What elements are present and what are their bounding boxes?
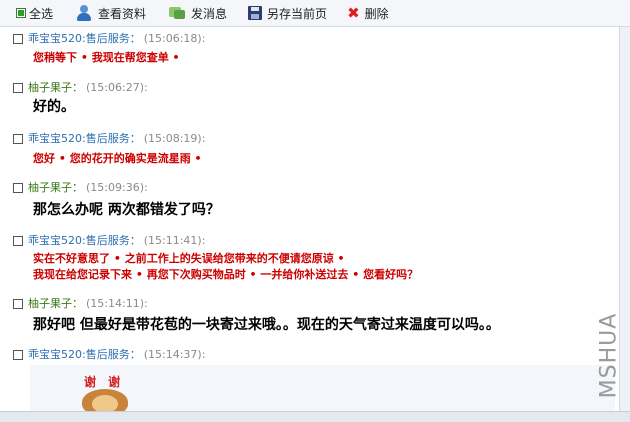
save-page-button[interactable]: 另存当前页 [246,2,329,24]
delete-x-icon: ✖ [347,4,360,22]
message-select-checkbox[interactable] [13,299,23,309]
message-select-checkbox[interactable] [13,350,23,360]
checkbox-icon [16,8,26,18]
view-profile-label: 查看资料 [98,6,147,21]
bottom-toolbar [0,411,630,422]
sender-name: 柚子果子： (15:14:11): [28,297,148,310]
message-select-checkbox[interactable] [13,83,23,93]
message-text: 那好吧 但最好是带花苞的一块寄过来哦。。现在的天气寄过来温度可以吗。。 [33,317,500,333]
message-time: (15:08:19): [143,132,206,145]
message-text: 好的。 [33,99,75,115]
message-select-checkbox[interactable] [13,34,23,44]
message-time: (15:11:41): [143,234,206,247]
message-time: (15:09:36): [86,181,148,194]
sticker-message: 谢 谢 [30,365,615,415]
select-all-checkbox[interactable]: 全选 [14,2,55,24]
sender-name: 乖宝宝520:售后服务： (15:08:19): [28,132,206,145]
message-item: 乖宝宝520:售后服务： (15:14:37): [0,347,594,363]
toolbar: 全选 查看资料 发消息 另存当前页 ✖ 删除 [0,0,630,27]
watermark-text: MSHUA [596,312,622,398]
delete-label: 删除 [364,6,389,21]
message-text: 您稍等下 • 我现在帮您查单 • [33,51,180,64]
message-icon [168,5,186,21]
view-profile-button[interactable]: 查看资料 [73,2,148,24]
message-text: 您好 • 您的花开的确实是流星雨 • [33,152,202,165]
sender-name: 乖宝宝520:售后服务： (15:14:37): [28,348,206,361]
message-item: 乖宝宝520:售后服务： (15:08:19): 您好 • 您的花开的确实是流星雨… [0,131,594,165]
message-select-checkbox[interactable] [13,183,23,193]
select-all-label: 全选 [29,6,54,21]
message-text: 我现在给您记录下来 • 再您下次购买物品时 • 一并给你补送过去 • 您看好吗？ [33,268,419,281]
send-message-button[interactable]: 发消息 [166,2,229,24]
message-item: 柚子果子： (15:06:27): 好的。 [0,80,594,115]
save-icon [248,6,263,20]
message-list: 乖宝宝520:售后服务： (15:06:18): 您稍等下 • 我现在帮您查单 •… [0,27,594,421]
message-item: 乖宝宝520:售后服务： (15:06:18): 您稍等下 • 我现在帮您查单 • [0,31,594,64]
sender-name: 柚子果子： (15:09:36): [28,181,148,194]
message-item: 柚子果子： (15:14:11): 那好吧 但最好是带花苞的一块寄过来哦。。现在的… [0,296,594,333]
save-page-label: 另存当前页 [267,6,328,21]
message-select-checkbox[interactable] [13,236,23,246]
thanks-sticker: 谢 谢 [78,367,148,415]
message-item: 柚子果子： (15:09:36): 那怎么办呢 两次都错发了吗？ [0,180,594,218]
delete-button[interactable]: ✖ 删除 [345,2,391,24]
message-item: 乖宝宝520:售后服务： (15:11:41): 实在不好意思了 • 之前工作上的… [0,233,594,281]
sticker-text: 谢 谢 [84,375,125,389]
sender-name: 乖宝宝520:售后服务： (15:11:41): [28,234,206,247]
message-text: 那怎么办呢 两次都错发了吗？ [33,202,220,218]
sender-name: 柚子果子： (15:06:27): [28,81,148,94]
message-time: (15:14:37): [143,348,206,361]
message-time: (15:06:27): [86,81,148,94]
message-time: (15:06:18): [143,32,206,45]
sender-name: 乖宝宝520:售后服务： (15:06:18): [28,32,206,45]
watermark: MSHUA [594,300,624,410]
message-select-checkbox[interactable] [13,134,23,144]
message-time: (15:14:11): [86,297,148,310]
message-text: 实在不好意思了 • 之前工作上的失误给您带来的不便请您原谅 • [33,252,345,265]
person-icon [75,5,93,21]
send-message-label: 发消息 [191,6,228,21]
